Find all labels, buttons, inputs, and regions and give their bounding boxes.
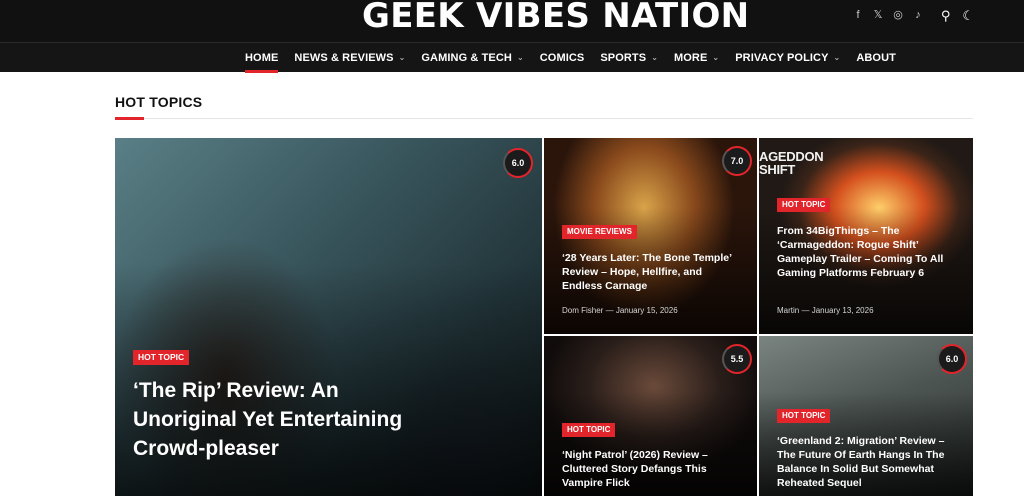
chevron-down-icon: ⌄ (712, 53, 720, 62)
section-divider (115, 118, 973, 119)
chevron-down-icon: ⌄ (516, 53, 524, 62)
featured-article-card[interactable]: 6.0 HOT TOPIC ‘The Rip’ Review: An Unori… (115, 138, 542, 496)
game-logo-text: AGEDDON SHIFT (759, 149, 824, 177)
review-score-badge: 7.0 (722, 146, 752, 176)
nav-more[interactable]: MORE ⌄ (674, 43, 719, 73)
article-card[interactable]: 7.0 MOVIE REVIEWS ‘28 Years Later: The B… (544, 138, 757, 334)
chevron-down-icon: ⌄ (833, 53, 841, 62)
nav-label: NEWS & REVIEWS (294, 52, 394, 64)
article-title[interactable]: ‘28 Years Later: The Bone Temple’ Review… (562, 251, 742, 293)
nav-label: SPORTS (600, 52, 647, 64)
tiktok-icon[interactable]: ♪ (912, 8, 924, 22)
article-date: January 15, 2026 (615, 306, 678, 315)
category-tag[interactable]: HOT TOPIC (777, 198, 831, 212)
section-title: HOT TOPICS (115, 94, 203, 110)
category-tag[interactable]: HOT TOPIC (133, 350, 190, 365)
nav-news-reviews[interactable]: NEWS & REVIEWS ⌄ (294, 43, 405, 73)
review-score-badge: 6.0 (937, 344, 967, 374)
social-links: f 𝕏 ◎ ♪ (852, 8, 924, 22)
nav-about[interactable]: ABOUT (856, 43, 896, 73)
nav-label: HOME (245, 52, 279, 64)
nav-label: MORE (674, 52, 708, 64)
article-card[interactable]: 6.0 HOT TOPIC ‘Greenland 2: Migration’ R… (759, 336, 973, 496)
category-tag[interactable]: MOVIE REVIEWS (562, 225, 637, 239)
article-author[interactable]: Martin (777, 306, 799, 315)
review-score-badge: 5.5 (722, 344, 752, 374)
header-tools: ⚲ ☾ (941, 8, 974, 24)
article-meta: Martin — January 13, 2026 (777, 306, 874, 315)
facebook-icon[interactable]: f (852, 8, 864, 22)
chevron-down-icon: ⌄ (398, 53, 406, 62)
nav-label: ABOUT (856, 52, 896, 64)
dark-mode-icon[interactable]: ☾ (962, 8, 974, 24)
category-tag[interactable]: HOT TOPIC (777, 409, 831, 423)
article-title[interactable]: From 34BigThings – The ‘Carmageddon: Rog… (777, 224, 957, 280)
article-date: January 13, 2026 (811, 306, 874, 315)
instagram-icon[interactable]: ◎ (892, 8, 904, 22)
nav-label: COMICS (539, 52, 585, 64)
nav-label: GAMING & TECH (421, 52, 512, 64)
site-logo[interactable]: GEEK VIBES NATION (362, 0, 749, 36)
article-card[interactable]: AGEDDON SHIFT HOT TOPIC From 34BigThings… (759, 138, 973, 334)
nav-home[interactable]: HOME (245, 43, 279, 73)
chevron-down-icon: ⌄ (651, 53, 659, 62)
nav-comics[interactable]: COMICS (540, 43, 585, 73)
featured-article-title[interactable]: ‘The Rip’ Review: An Unoriginal Yet Ente… (133, 376, 403, 463)
x-icon[interactable]: 𝕏 (872, 8, 884, 22)
article-title[interactable]: ‘Night Patrol’ (2026) Review – Cluttered… (562, 448, 742, 490)
category-tag[interactable]: HOT TOPIC (562, 423, 616, 437)
review-score-badge: 6.0 (503, 148, 533, 178)
search-icon[interactable]: ⚲ (941, 8, 951, 24)
nav-label: PRIVACY POLICY (735, 52, 829, 64)
nav-gaming-tech[interactable]: GAMING & TECH ⌄ (421, 43, 523, 73)
nav-sports[interactable]: SPORTS ⌄ (600, 43, 658, 73)
article-title[interactable]: ‘Greenland 2: Migration’ Review – The Fu… (777, 434, 962, 490)
article-meta: Dom Fisher — January 15, 2026 (562, 306, 678, 315)
article-author[interactable]: Dom Fisher (562, 306, 603, 315)
main-nav: HOME NEWS & REVIEWS ⌄ GAMING & TECH ⌄ COMI… (0, 42, 1024, 73)
article-card[interactable]: 5.5 HOT TOPIC ‘Night Patrol’ (2026) Revi… (544, 336, 757, 496)
nav-privacy-policy[interactable]: PRIVACY POLICY ⌄ (735, 43, 840, 73)
site-header: GEEK VIBES NATION f 𝕏 ◎ ♪ ⚲ ☾ (0, 0, 1024, 42)
section-accent-bar (115, 117, 144, 120)
